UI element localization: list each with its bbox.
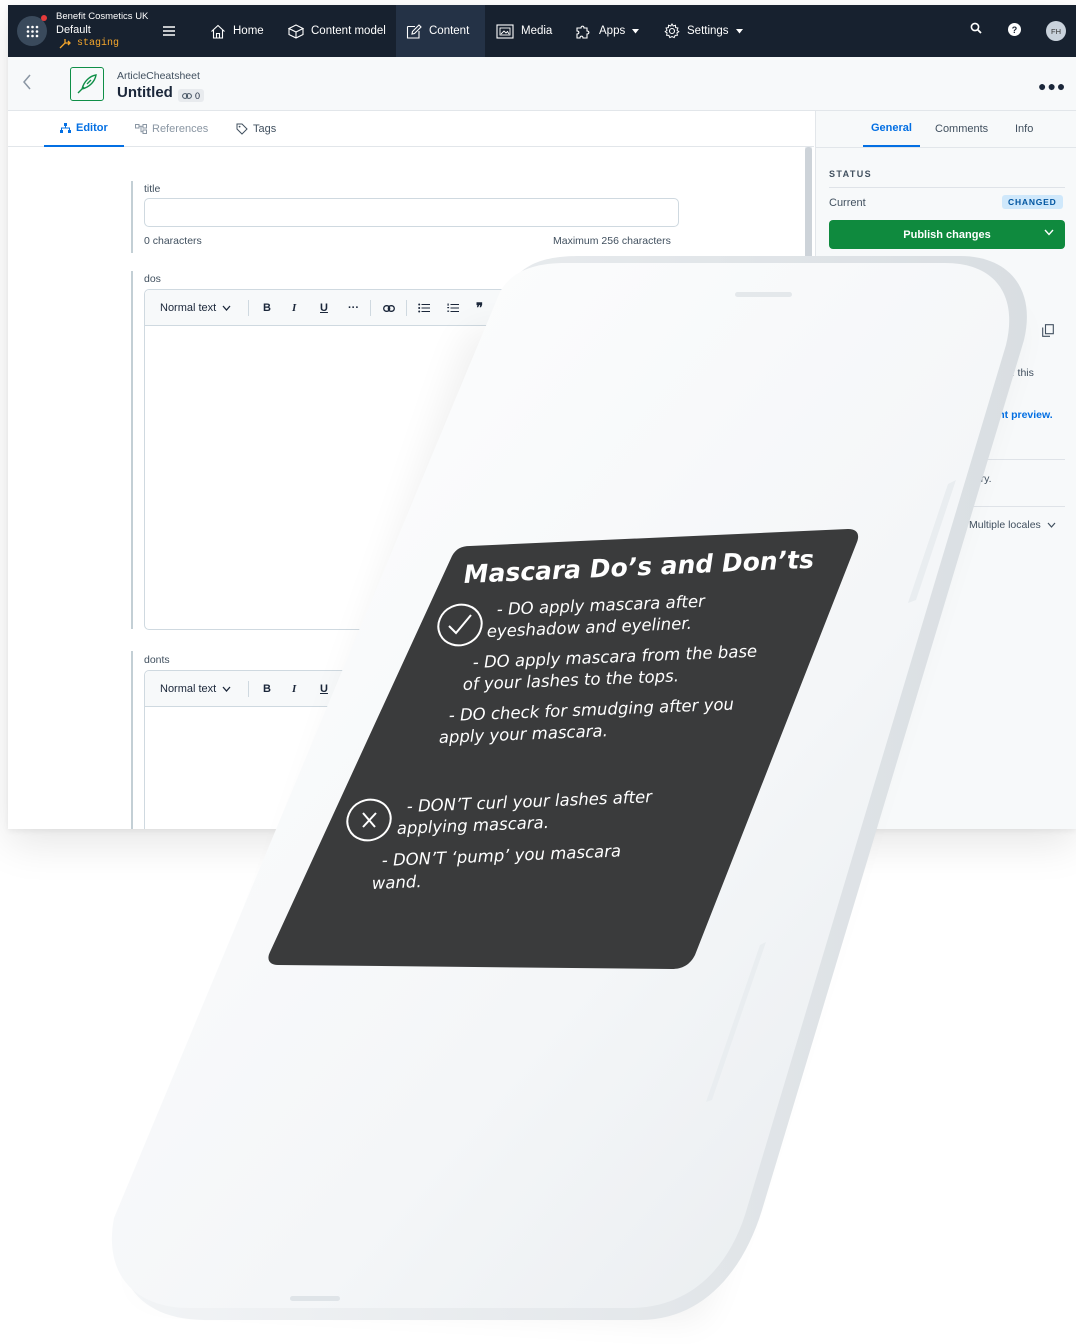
screenshot-stage: Benefit Cosmetics UK Default staging Hom… <box>0 0 1076 1344</box>
mascara-cheatsheet-card: Mascara Do’s and Don’ts - DO apply masca… <box>268 529 859 969</box>
card-background <box>268 529 859 969</box>
dont-item-2-line-2: wand. <box>371 872 422 893</box>
